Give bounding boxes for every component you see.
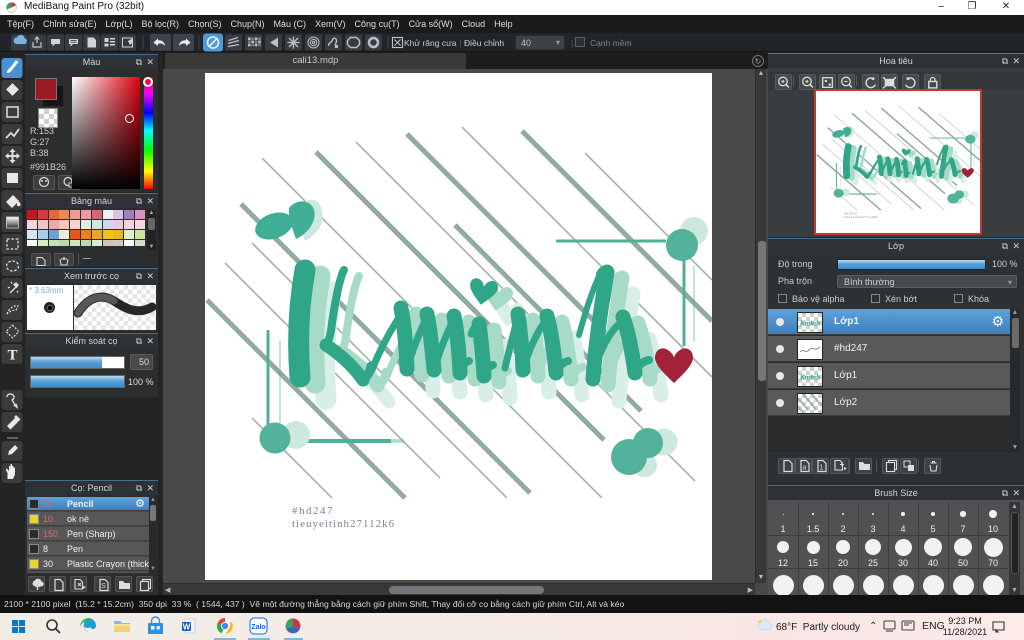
svg-text:1: 1: [820, 465, 824, 472]
svg-text:Zalo: Zalo: [251, 624, 265, 631]
svg-text:T: T: [7, 348, 17, 364]
svg-text:W: W: [183, 623, 191, 632]
svg-text:Kminh: Kminh: [799, 319, 820, 327]
svg-text:11/28/2021: 11/28/2021: [943, 627, 987, 637]
svg-text:Kminh: Kminh: [799, 373, 820, 381]
svg-text:ENG: ENG: [922, 620, 945, 632]
svg-text:S: S: [101, 583, 106, 590]
svg-text:9:23 PM: 9:23 PM: [948, 616, 982, 626]
svg-text:⌃: ⌃: [869, 621, 877, 632]
svg-text:a: a: [803, 465, 807, 472]
svg-text:68°F Partly cloudy: 68°F Partly cloudy: [776, 622, 860, 633]
